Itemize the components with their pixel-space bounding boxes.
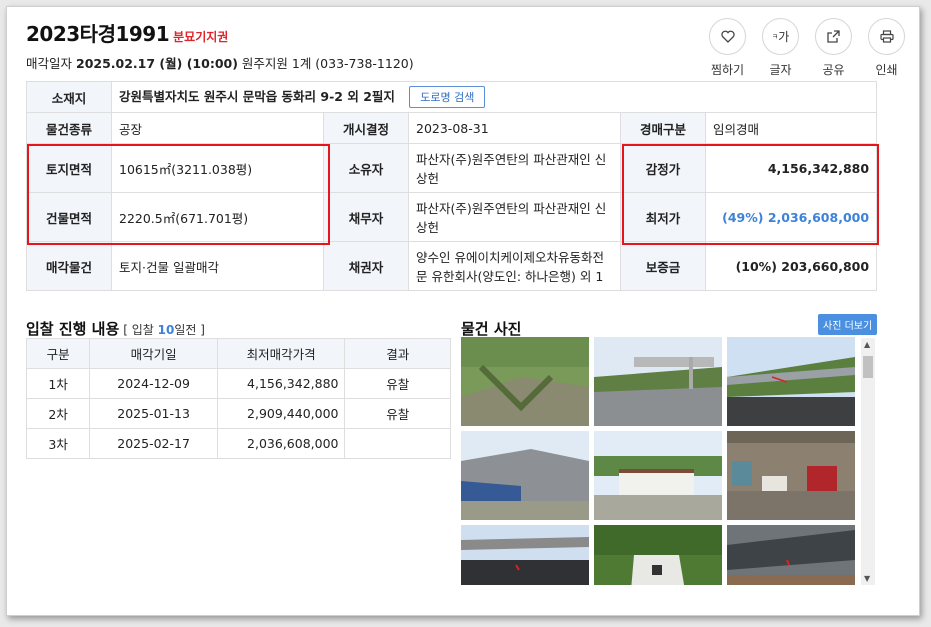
col-price: 최저매각가격 [216,338,346,369]
share-label: 공유 [822,63,845,77]
start-value: 2023-08-31 [408,112,621,144]
font-size-button[interactable]: ㅋ가 글자 [762,18,799,78]
sale-item-label: 매각물건 [26,241,112,291]
share-button[interactable]: 공유 [815,18,852,78]
font-size-label: 글자 [769,63,792,77]
action-bar: 찜하기 ㅋ가 글자 공유 인쇄 [709,18,905,78]
photo-thumbnail[interactable] [594,525,722,585]
bid-history-table: 구분 매각기일 최저매각가격 결과 1차 2024-12-09 4,156,34… [25,338,451,459]
sale-date-label: 매각일자 [26,56,73,71]
photo-thumbnail[interactable] [727,431,855,520]
creditor-label: 채권자 [323,241,409,291]
more-photos-button[interactable]: 사진 더보기 [818,314,878,335]
min-price-label: 최저가 [620,192,706,242]
land-value: 10615㎡(3211.038평) [111,143,324,193]
print-icon [868,18,905,55]
favorite-label: 찜하기 [710,63,745,77]
location-cell: 강원특별자치도 원주시 문막읍 동화리 9-2 외 2필지 도로명 검색 [110,81,878,113]
info-row-building: 건물면적 2220.5㎡(671.701평) 채무자 파산자(주)원주연탄의 파… [26,192,878,242]
auction-type-value: 임의경매 [704,112,878,144]
result-cell: 유찰 [344,398,451,429]
photo-thumbnail[interactable] [594,337,722,426]
deposit-value: (10%) 203,660,800 [704,241,878,291]
sale-item-value: 토지·건물 일괄매각 [111,241,324,291]
price-cell: 2,036,608,000 [216,428,346,459]
print-label: 인쇄 [875,63,898,77]
photo-thumbnail[interactable] [461,337,589,426]
text-size-icon: ㅋ가 [762,18,799,55]
photo-thumbnail[interactable] [727,337,855,426]
building-label: 건물면적 [26,192,112,242]
location-label: 소재지 [26,81,112,113]
bid-table-header: 구분 매각기일 최저매각가격 결과 [25,338,451,369]
photo-thumbnail[interactable] [461,525,589,585]
debtor-value: 파산자(주)원주연탄의 파산관재인 신상헌 [408,192,621,242]
owner-value: 파산자(주)원주연탄의 파산관재인 신상헌 [408,143,621,193]
col-date: 매각기일 [89,338,218,369]
info-row-land: 토지면적 10615㎡(3211.038평) 소유자 파산자(주)원주연탄의 파… [26,143,878,193]
date-cell: 2025-02-17 [89,428,218,459]
photo-thumbnail[interactable] [727,525,855,585]
info-row-sale-item: 매각물건 토지·건물 일괄매각 채권자 양수인 유에이치케이제오차유동화전문 유… [26,241,878,291]
location-value: 강원특별자치도 원주시 문막읍 동화리 9-2 외 2필지 [119,89,395,104]
price-cell: 4,156,342,880 [216,368,346,399]
text-size-glyph: 가 [778,30,790,44]
scroll-down-icon[interactable]: ▼ [864,574,870,583]
building-value: 2220.5㎡(671.701평) [111,192,324,242]
gallery-scrollbar[interactable]: ▲ ▼ [861,338,875,585]
min-price-value: (49%) 2,036,608,000 [704,192,878,242]
appraisal-label: 감정가 [620,143,706,193]
heart-icon [709,18,746,55]
owner-label: 소유자 [323,143,409,193]
table-row: 2차 2025-01-13 2,909,440,000 유찰 [25,398,451,429]
round-cell: 1차 [25,368,91,399]
sale-court: 원주지원 1계 (033-738-1120) [241,56,414,71]
land-label: 토지면적 [26,143,112,193]
photo-thumbnail[interactable] [461,431,589,520]
info-row-type: 물건종류 공장 개시결정 2023-08-31 경매구분 임의경매 [26,112,878,144]
bid-title: 입찰 진행 내용 [26,320,120,338]
auction-type-label: 경매구분 [620,112,706,144]
favorite-button[interactable]: 찜하기 [709,18,746,78]
photo-gallery [461,337,877,585]
share-icon [815,18,852,55]
photo-section-title: 물건 사진 [461,320,522,338]
date-cell: 2024-12-09 [89,368,218,399]
table-row: 3차 2025-02-17 2,036,608,000 [25,428,451,459]
road-search-button[interactable]: 도로명 검색 [409,86,486,108]
creditor-value: 양수인 유에이치케이제오차유동화전문 유한회사(양도인: 하나은행) 외 1 [408,241,621,291]
photo-thumbnail[interactable] [594,431,722,520]
debtor-label: 채무자 [323,192,409,242]
bid-days-remaining: [ 입찰 10일전 ] [123,323,205,337]
header: 2023타경1991 분묘기지권 매각일자 2025.02.17 (월) (10:… [26,18,414,72]
appraisal-value: 4,156,342,880 [704,143,878,193]
bid-days-prefix: [ 입찰 [123,323,158,337]
property-info-table: 소재지 강원특별자치도 원주시 문막읍 동화리 9-2 외 2필지 도로명 검색… [26,81,878,291]
sale-date: 2025.02.17 (월) (10:00) [76,56,238,71]
col-result: 결과 [344,338,451,369]
deposit-label: 보증금 [620,241,706,291]
type-value: 공장 [111,112,324,144]
case-number: 2023타경1991 [26,22,170,46]
result-cell: 유찰 [344,368,451,399]
round-cell: 3차 [25,428,91,459]
info-row-location: 소재지 강원특별자치도 원주시 문막읍 동화리 9-2 외 2필지 도로명 검색 [26,81,878,113]
start-label: 개시결정 [323,112,409,144]
scrollbar-thumb[interactable] [863,356,873,378]
bid-days-suffix: 일전 ] [174,323,205,337]
round-cell: 2차 [25,398,91,429]
sale-info: 매각일자 2025.02.17 (월) (10:00) 원주지원 1계 (033… [26,53,414,72]
print-button[interactable]: 인쇄 [868,18,905,78]
date-cell: 2025-01-13 [89,398,218,429]
bid-section-title: 입찰 진행 내용[ 입찰 10일전 ] [26,318,205,339]
type-label: 물건종류 [26,112,112,144]
bid-days-number: 10 [157,323,175,337]
scroll-up-icon[interactable]: ▲ [864,340,870,349]
table-row: 1차 2024-12-09 4,156,342,880 유찰 [25,368,451,399]
price-cell: 2,909,440,000 [216,398,346,429]
case-tag: 분묘기지권 [173,30,229,44]
result-cell [344,428,451,459]
col-round: 구분 [25,338,91,369]
